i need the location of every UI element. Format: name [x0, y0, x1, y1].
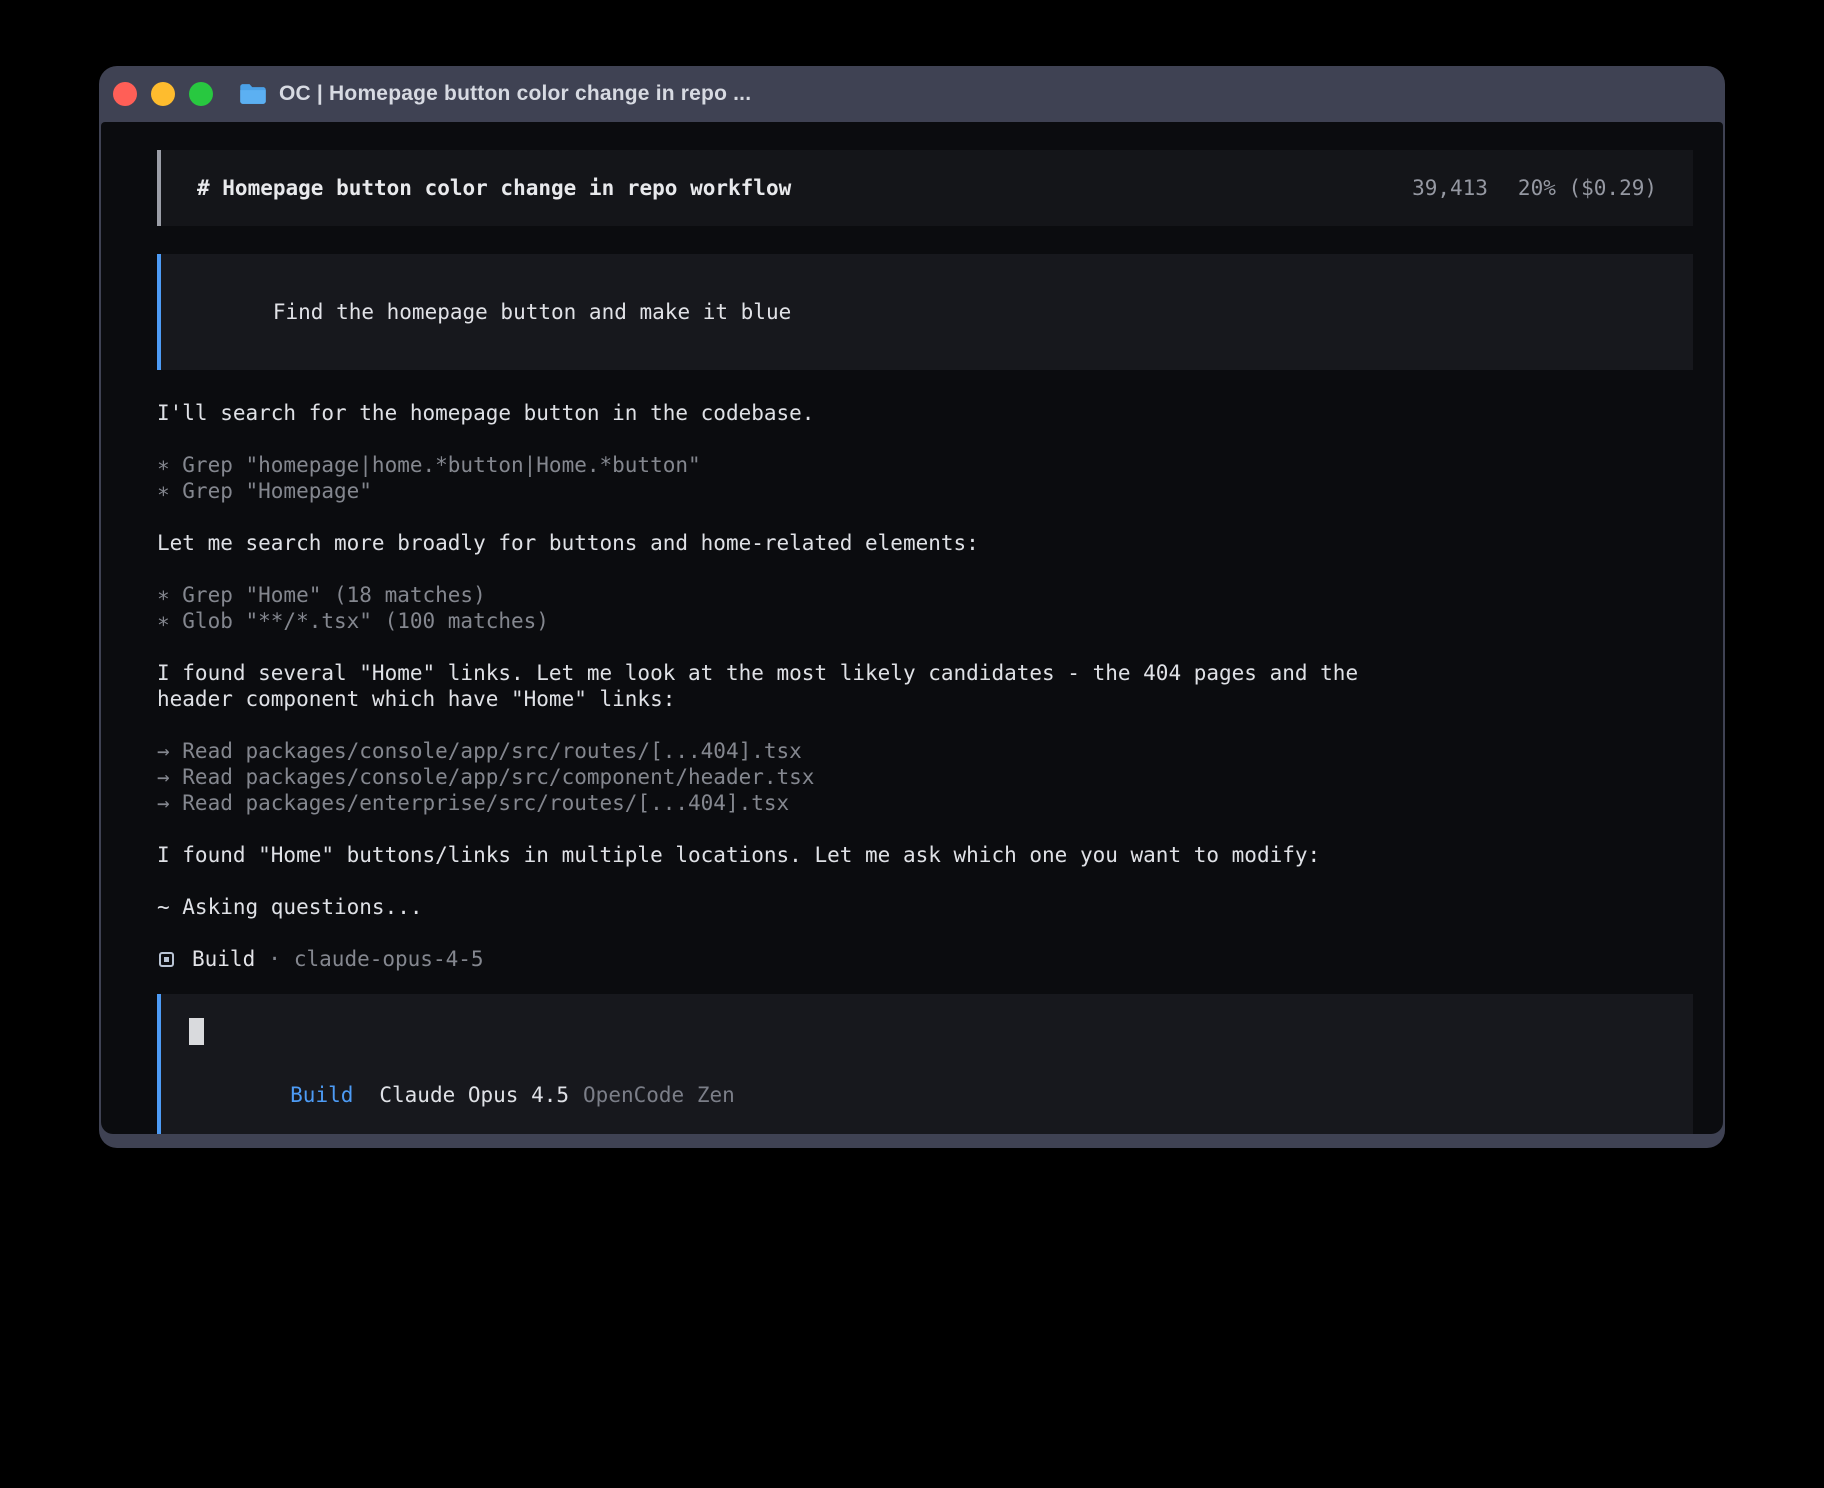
- minimize-window-button[interactable]: [151, 82, 175, 106]
- terminal-window: OC | Homepage button color change in rep…: [99, 66, 1725, 1148]
- agent-icon: [159, 952, 174, 967]
- user-message: Find the homepage button and make it blu…: [157, 254, 1693, 370]
- input-provider-name: OpenCode Zen: [583, 1083, 735, 1107]
- assistant-text-block: I found "Home" buttons/links in multiple…: [157, 842, 1693, 868]
- assistant-text-line: I'll search for the homepage button in t…: [157, 400, 1693, 426]
- assistant-text-block: Let me search more broadly for buttons a…: [157, 530, 1693, 556]
- tool-call-block: → Read packages/console/app/src/routes/[…: [157, 738, 1693, 816]
- titlebar[interactable]: OC | Homepage button color change in rep…: [99, 66, 1725, 122]
- tool-call-line: ∗ Glob "**/*.tsx" (100 matches): [157, 608, 1693, 634]
- conversation: I'll search for the homepage button in t…: [157, 400, 1693, 920]
- tool-call-line: → Read packages/console/app/src/routes/[…: [157, 738, 1693, 764]
- user-message-text: Find the homepage button and make it blu…: [273, 300, 791, 324]
- agent-status-line: Build · claude-opus-4-5: [157, 946, 1693, 972]
- agent-separator: ·: [268, 946, 281, 972]
- assistant-text-line: Let me search more broadly for buttons a…: [157, 530, 1693, 556]
- tool-call-line: ∗ Grep "Home" (18 matches): [157, 582, 1693, 608]
- prompt-input[interactable]: Build Claude Opus 4.5 OpenCode Zen: [157, 994, 1693, 1134]
- tool-call-block: ∗ Grep "Home" (18 matches)∗ Glob "**/*.t…: [157, 582, 1693, 634]
- folder-icon: [239, 83, 267, 105]
- assistant-text-line: header component which have "Home" links…: [157, 686, 1693, 712]
- window-title: OC | Homepage button color change in rep…: [279, 82, 751, 106]
- traffic-lights: [113, 82, 213, 106]
- assistant-text-block: I'll search for the homepage button in t…: [157, 400, 1693, 426]
- input-modeline: Build Claude Opus 4.5 OpenCode Zen: [189, 1059, 1665, 1131]
- assistant-text-line: I found several "Home" links. Let me loo…: [157, 660, 1693, 686]
- session-stats: 39,413 20% ($0.29): [1412, 176, 1657, 200]
- session-header: # Homepage button color change in repo w…: [157, 150, 1693, 226]
- tool-call-line: → Read packages/enterprise/src/routes/[.…: [157, 790, 1693, 816]
- tool-call-line: ∗ Grep "homepage|home.*button|Home.*butt…: [157, 452, 1693, 478]
- input-mode-build[interactable]: Build: [290, 1083, 353, 1107]
- assistant-text-line: I found "Home" buttons/links in multiple…: [157, 842, 1693, 868]
- agent-name: Build: [192, 946, 255, 972]
- terminal-content: # Homepage button color change in repo w…: [101, 122, 1723, 1134]
- token-count: 39,413: [1412, 176, 1488, 200]
- assistant-text-block: I found several "Home" links. Let me loo…: [157, 660, 1693, 712]
- assistant-text-block: ~ Asking questions...: [157, 894, 1693, 920]
- tool-call-line: ∗ Grep "Homepage": [157, 478, 1693, 504]
- context-usage: 20% ($0.29): [1518, 176, 1657, 200]
- tool-call-line: → Read packages/console/app/src/componen…: [157, 764, 1693, 790]
- tool-call-block: ∗ Grep "homepage|home.*button|Home.*butt…: [157, 452, 1693, 504]
- session-title: # Homepage button color change in repo w…: [197, 176, 791, 200]
- agent-model: claude-opus-4-5: [294, 946, 484, 972]
- zoom-window-button[interactable]: [189, 82, 213, 106]
- input-model-name: Claude Opus 4.5: [379, 1083, 569, 1107]
- assistant-text-line: ~ Asking questions...: [157, 894, 1693, 920]
- text-cursor: [189, 1018, 204, 1045]
- close-window-button[interactable]: [113, 82, 137, 106]
